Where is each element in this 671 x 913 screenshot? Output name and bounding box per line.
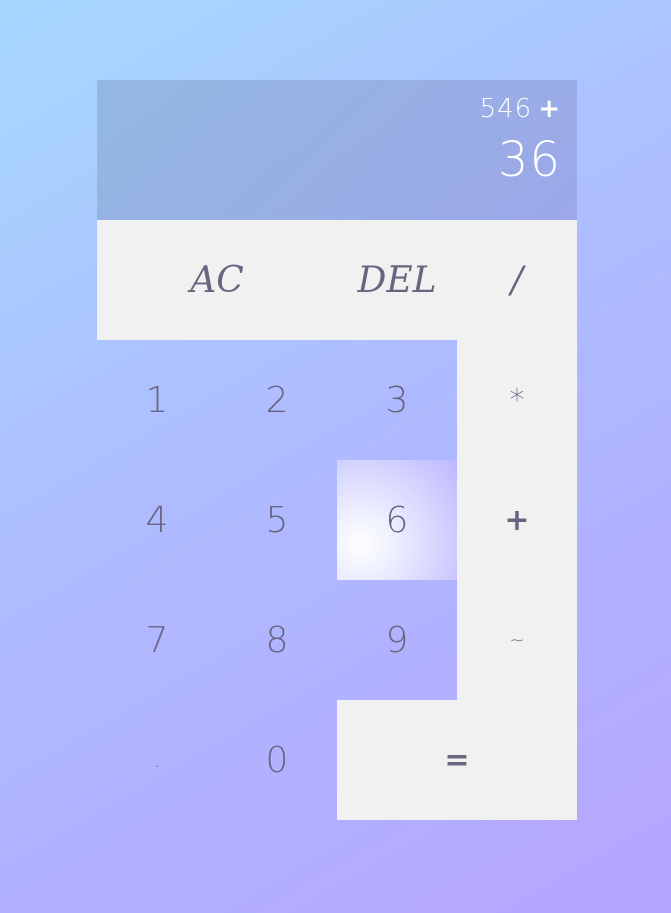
delete-button[interactable]: DEL	[337, 220, 457, 340]
digit-6-button[interactable]: 6	[337, 460, 457, 580]
add-button[interactable]: +	[457, 460, 577, 580]
decimal-button[interactable]: .	[97, 700, 217, 820]
all-clear-button[interactable]: AC	[97, 220, 337, 340]
divide-button[interactable]: /	[457, 220, 577, 340]
digit-9-button[interactable]: 9	[337, 580, 457, 700]
digit-1-button[interactable]: 1	[97, 340, 217, 460]
multiply-button[interactable]: *	[457, 340, 577, 460]
digit-7-button[interactable]: 7	[97, 580, 217, 700]
calculator: 546 + 36 AC DEL / 1 2 3 * 4 5 6 + 7 8 9 ~…	[97, 80, 577, 820]
digit-8-button[interactable]: 8	[217, 580, 337, 700]
operation-symbol: +	[538, 94, 561, 124]
digit-3-button[interactable]: 3	[337, 340, 457, 460]
digit-4-button[interactable]: 4	[97, 460, 217, 580]
output-display: 546 + 36	[97, 80, 577, 220]
digit-5-button[interactable]: 5	[217, 460, 337, 580]
current-operand: 36	[497, 132, 561, 188]
previous-operand: 546 +	[480, 94, 561, 124]
subtract-button[interactable]: ~	[457, 580, 577, 700]
digit-2-button[interactable]: 2	[217, 340, 337, 460]
equals-button[interactable]: =	[337, 700, 577, 820]
previous-operand-value: 546	[479, 94, 533, 124]
digit-0-button[interactable]: 0	[217, 700, 337, 820]
